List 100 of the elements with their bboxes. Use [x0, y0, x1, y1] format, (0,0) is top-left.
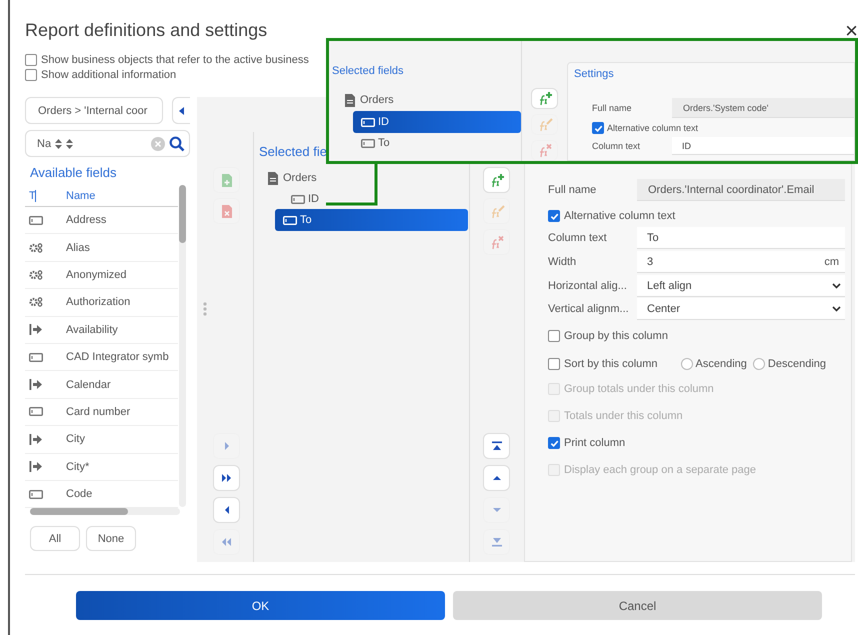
checkbox[interactable]: [548, 437, 560, 449]
gears-icon: [29, 297, 43, 308]
checkbox[interactable]: [548, 358, 560, 370]
field-name: Authorization: [65, 296, 130, 308]
add-button[interactable]: [483, 167, 510, 193]
text-field-icon: [29, 490, 43, 499]
field-label: Full name: [548, 184, 598, 196]
width-field[interactable]: 3 cm: [637, 251, 845, 273]
checkbox-label: Print column: [564, 437, 626, 449]
field-row[interactable]: Card number: [25, 398, 178, 426]
scrollbar[interactable]: [30, 508, 180, 515]
move-up-button[interactable]: [483, 465, 510, 491]
radio-label: Descending: [768, 358, 826, 370]
field-label: Vertical alignm...: [548, 303, 630, 315]
splitter-handle-icon[interactable]: [203, 302, 207, 316]
field-row[interactable]: City: [25, 426, 178, 454]
checkbox-label: Alternative column text: [564, 210, 676, 222]
field-row[interactable]: Address: [25, 207, 178, 234]
checkbox[interactable]: [25, 69, 37, 81]
field-row[interactable]: Calendar: [25, 371, 178, 399]
column-text-field[interactable]: To: [637, 227, 845, 249]
radio-button[interactable]: [752, 358, 765, 370]
cancel-button[interactable]: Cancel: [453, 591, 822, 620]
move-left-button[interactable]: [213, 497, 240, 523]
field-name: City: [65, 433, 85, 446]
caret-left-icon: [179, 106, 184, 114]
move-bottom-icon: [490, 536, 502, 548]
section-title: Available fields: [30, 165, 116, 180]
link-arrow-icon: [29, 379, 43, 390]
radio-label: Ascending: [696, 358, 747, 370]
field-name: Availability: [65, 324, 118, 336]
checkbox[interactable]: [548, 210, 560, 222]
link-arrow-icon: [29, 461, 43, 472]
field-label: Width: [548, 256, 578, 268]
document-icon: [268, 172, 278, 184]
close-button[interactable]: ×: [845, 20, 858, 42]
column-text-field[interactable]: ID: [672, 137, 854, 155]
checkbox-label: Alternative column text: [607, 123, 698, 133]
column-header[interactable]: Name: [36, 190, 136, 202]
field-row[interactable]: City*: [25, 454, 178, 481]
tree-item[interactable]: To: [332, 133, 521, 153]
select-button[interactable]: All: [30, 526, 80, 551]
field-label: Full name: [592, 103, 633, 113]
text-field-icon: [291, 194, 305, 204]
field-row[interactable]: Alias: [25, 234, 178, 262]
field-row[interactable]: Availability: [25, 316, 178, 344]
scrollbar[interactable]: [179, 185, 186, 507]
vertical-align-dropdown[interactable]: Center: [637, 298, 845, 320]
full-name-field: Orders.'System code': [672, 98, 854, 118]
checkbox[interactable]: [592, 122, 604, 134]
file-delete-icon: [222, 204, 232, 218]
checkbox[interactable]: [25, 54, 37, 66]
checkbox-label: Sort by this column: [564, 358, 658, 370]
field-name: Alias: [65, 242, 90, 254]
text-field-icon: [29, 216, 43, 225]
move-all-right-button[interactable]: [213, 465, 240, 491]
search-icon[interactable]: [169, 136, 185, 152]
horizontal-align-dropdown[interactable]: Left align: [637, 275, 845, 297]
field-name: Card number: [65, 406, 130, 418]
tree-item[interactable]: ID: [259, 189, 468, 209]
ok-button[interactable]: OK: [76, 591, 445, 620]
field-label: Column text: [592, 141, 642, 151]
text-field-icon: [361, 118, 375, 126]
checkbox[interactable]: [548, 330, 560, 342]
clear-icon[interactable]: [151, 136, 165, 150]
tree-item[interactable]: To: [275, 209, 468, 231]
field-label: Column text: [548, 232, 608, 244]
field-row[interactable]: CAD Integrator symb: [25, 344, 178, 372]
collapse-button[interactable]: [172, 97, 190, 124]
search-field[interactable]: Na: [25, 130, 190, 157]
tree-item[interactable]: Orders: [360, 94, 394, 106]
move-top-button[interactable]: [483, 433, 510, 459]
field-row[interactable]: Authorization: [25, 289, 178, 317]
file-add-icon: [222, 174, 232, 186]
checkbox-label: Group by this column: [564, 330, 668, 342]
sort-icon: [66, 138, 74, 148]
radio-button[interactable]: [680, 358, 693, 370]
checkbox-label: Show business objects that refer to the active business: [41, 54, 309, 66]
field-name: CAD Integrator symb: [65, 351, 169, 364]
link-arrow-icon: [29, 324, 43, 336]
text-field-icon: [29, 407, 43, 416]
sort-icon: [55, 138, 62, 148]
section-title: Selected fie: [259, 144, 327, 159]
gears-icon: [29, 242, 43, 253]
select-button[interactable]: None: [86, 526, 136, 551]
text-field-icon: [29, 352, 43, 362]
field-label: Horizontal alig...: [548, 280, 628, 292]
section-title: Settings: [574, 68, 614, 80]
field-name: Code: [65, 488, 92, 500]
gears-icon: [29, 270, 43, 280]
field-name: City*: [65, 460, 90, 473]
field-name: Address: [65, 214, 106, 226]
section-title: Selected fields: [332, 65, 404, 77]
breadcrumb-field[interactable]: Orders > 'Internal coor: [25, 97, 163, 124]
tree-item[interactable]: Orders: [283, 172, 317, 184]
field-row[interactable]: Anonymized: [25, 262, 178, 290]
tree-item[interactable]: ID: [353, 111, 521, 133]
document-icon: [345, 94, 355, 106]
column-header[interactable]: T: [25, 190, 35, 202]
add-button[interactable]: [531, 88, 558, 109]
